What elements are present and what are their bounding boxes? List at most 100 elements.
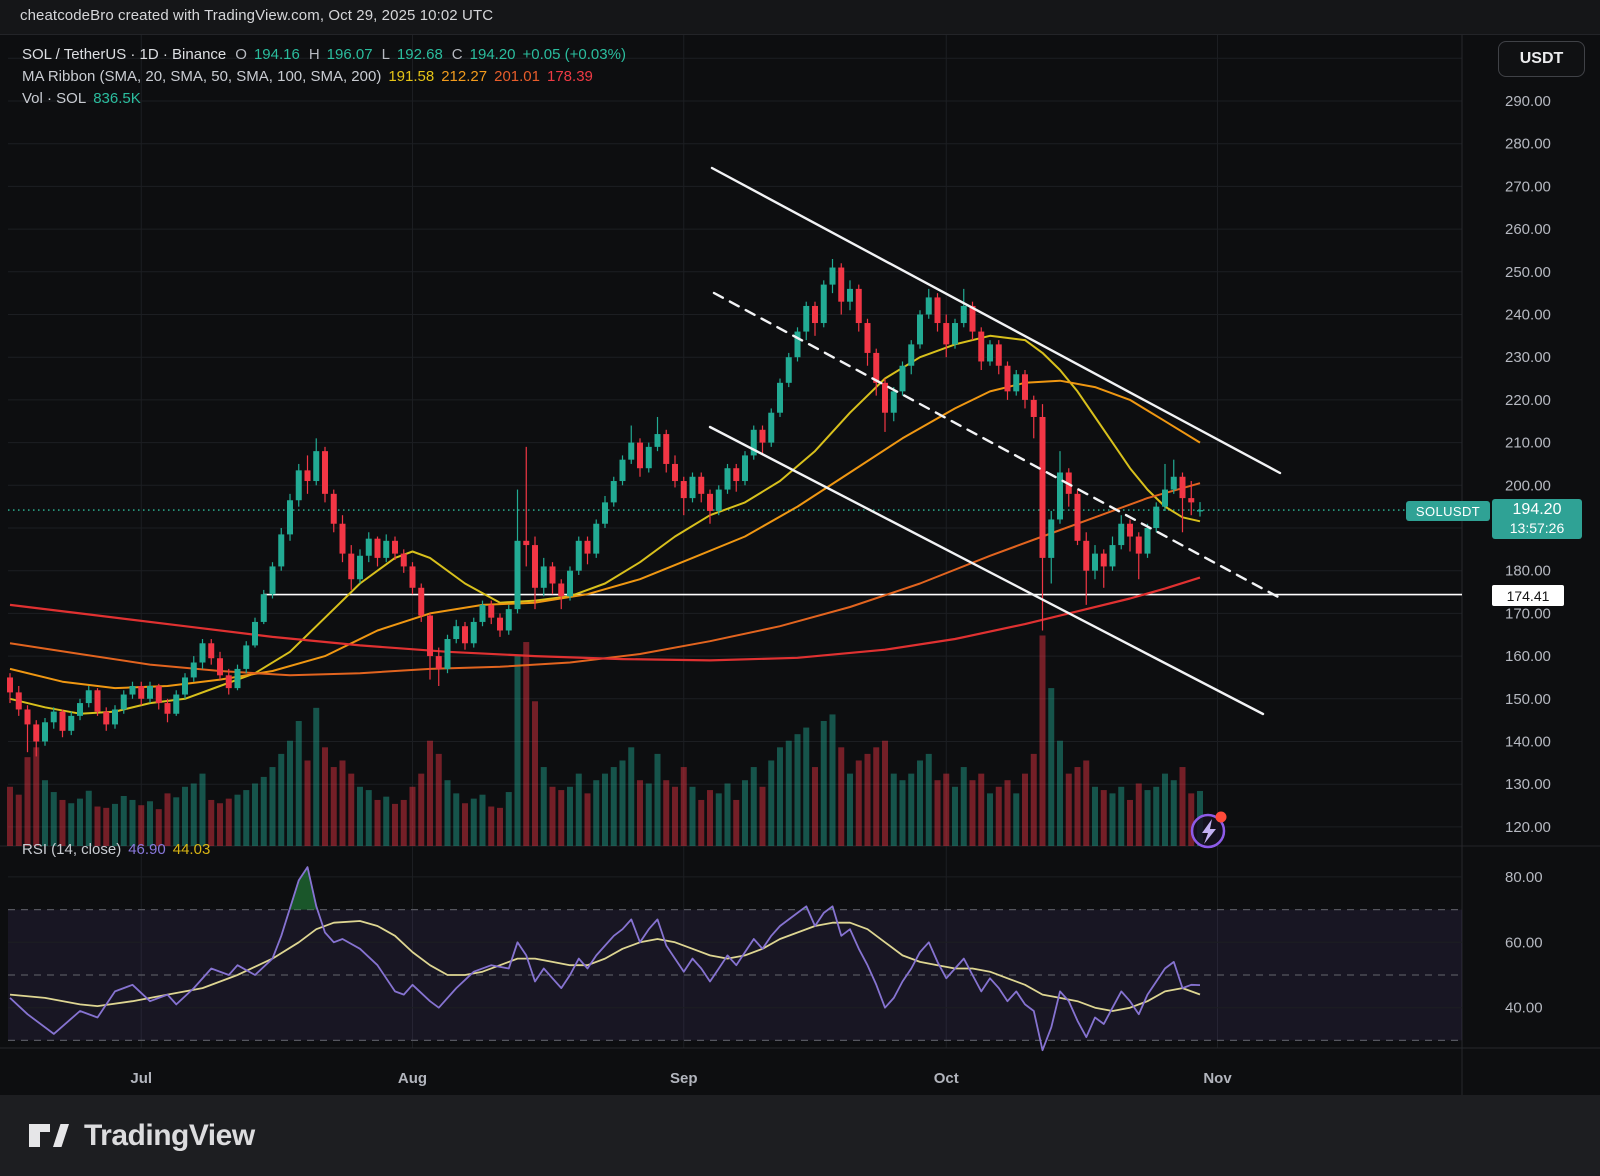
time-axis-label: Sep	[670, 1070, 698, 1087]
volume-bar	[497, 808, 503, 846]
candle	[795, 332, 801, 358]
symbol-tag-text: SOLUSDT	[1416, 504, 1480, 519]
tradingview-brand[interactable]: TradingView	[26, 1116, 255, 1156]
volume-bar	[1118, 787, 1124, 846]
candle	[243, 645, 249, 668]
candle	[173, 695, 179, 714]
candle	[558, 584, 564, 597]
volume-bar	[830, 714, 836, 846]
candle	[313, 451, 319, 481]
volume-bar	[1066, 774, 1072, 846]
candle	[803, 306, 809, 332]
volume-bar	[891, 774, 897, 846]
volume-bar	[952, 787, 958, 846]
candle	[418, 588, 424, 616]
volume-bar	[1005, 780, 1011, 846]
candle	[620, 460, 626, 481]
price-axis-label: 130.00	[1505, 776, 1551, 793]
candle	[856, 289, 862, 323]
currency-toggle-button[interactable]: USDT	[1498, 41, 1585, 77]
volume-bar	[663, 780, 669, 846]
price-axis-label: 170.00	[1505, 605, 1551, 622]
time-axis-label: Oct	[934, 1070, 959, 1087]
volume-bar	[672, 787, 678, 846]
volume-bar	[200, 774, 206, 846]
candle	[830, 268, 836, 285]
sma100-value: 201.01	[494, 68, 540, 85]
symbol-title[interactable]: SOL / TetherUS · 1D · Binance	[22, 46, 226, 63]
volume-bar	[681, 767, 687, 846]
candle	[60, 712, 66, 731]
candle	[33, 724, 39, 741]
tradingview-brand-text: TradingView	[84, 1119, 255, 1153]
price-axis-label: 240.00	[1505, 307, 1551, 324]
volume-bar	[1153, 787, 1159, 846]
volume-bar	[418, 774, 424, 846]
rsi-axis-label: 60.00	[1505, 934, 1543, 951]
price-axis-label: 260.00	[1505, 221, 1551, 238]
channel-trendline	[712, 168, 1280, 473]
candle	[138, 686, 144, 699]
rsi-legend-row[interactable]: RSI (14, close) 46.90 44.03	[22, 841, 210, 858]
candle	[488, 605, 494, 618]
candle	[1153, 507, 1159, 528]
volume-label: Vol · SOL	[22, 90, 86, 107]
sma200-value: 178.39	[547, 68, 593, 85]
low-label: L	[382, 46, 390, 63]
candle	[891, 391, 897, 412]
volume-bar	[935, 780, 941, 846]
candle	[900, 366, 906, 392]
ma-ribbon-legend-row[interactable]: MA Ribbon (SMA, 20, SMA, 50, SMA, 100, S…	[22, 68, 593, 85]
volume-bar	[900, 780, 906, 846]
symbol-price-tag: SOLUSDT	[1406, 501, 1490, 521]
volume-bar	[751, 767, 757, 846]
candle	[506, 609, 512, 630]
sma20-value: 191.58	[388, 68, 434, 85]
volume-legend-row[interactable]: Vol · SOL 836.5K	[22, 90, 141, 107]
candle	[611, 481, 617, 502]
change-value: +0.05 (+0.03%)	[523, 46, 626, 63]
candle	[733, 468, 739, 481]
volume-bar	[707, 790, 713, 846]
volume-bar	[401, 800, 407, 846]
candle	[646, 447, 652, 468]
chart-canvas[interactable]: JulAugSepOctNov290.00280.00270.00260.002…	[0, 0, 1600, 1176]
candle	[191, 663, 197, 678]
attribution-text: cheatcodeBro created with TradingView.co…	[20, 7, 493, 24]
candle	[602, 502, 608, 523]
candle	[1188, 498, 1194, 502]
horizontal-line-price-value: 174.41	[1507, 588, 1550, 604]
candle	[112, 709, 118, 724]
candle	[95, 690, 101, 711]
rsi-value: 46.90	[128, 841, 166, 858]
price-axis-label: 140.00	[1505, 734, 1551, 751]
volume-bar	[226, 799, 232, 846]
volume-bar	[1031, 754, 1037, 846]
candle	[672, 464, 678, 481]
volume-bar	[567, 787, 573, 846]
candle	[1040, 417, 1046, 558]
candle	[1013, 374, 1019, 391]
volume-bar	[550, 787, 556, 846]
volume-bar	[1083, 760, 1089, 846]
candle	[392, 541, 398, 554]
low-value: 192.68	[397, 46, 443, 63]
volume-bar	[42, 780, 48, 846]
symbol-legend-row[interactable]: SOL / TetherUS · 1D · Binance O 194.16 H…	[22, 46, 626, 63]
ma-ribbon-label: MA Ribbon (SMA, 20, SMA, 50, SMA, 100, S…	[22, 68, 381, 85]
candle	[786, 357, 792, 383]
attribution-bar: cheatcodeBro created with TradingView.co…	[0, 0, 1600, 35]
volume-bar	[287, 741, 293, 846]
candle	[996, 344, 1002, 365]
volume-bar	[1092, 787, 1098, 846]
volume-bar	[812, 767, 818, 846]
price-axis-label: 150.00	[1505, 691, 1551, 708]
volume-bar	[576, 774, 582, 846]
volume-bar	[112, 804, 118, 846]
volume-bar	[348, 774, 354, 846]
price-axis-label: 280.00	[1505, 136, 1551, 153]
candle	[287, 500, 293, 534]
volume-bar	[33, 747, 39, 846]
volume-bar	[86, 791, 92, 846]
rsi-ma-value: 44.03	[173, 841, 211, 858]
